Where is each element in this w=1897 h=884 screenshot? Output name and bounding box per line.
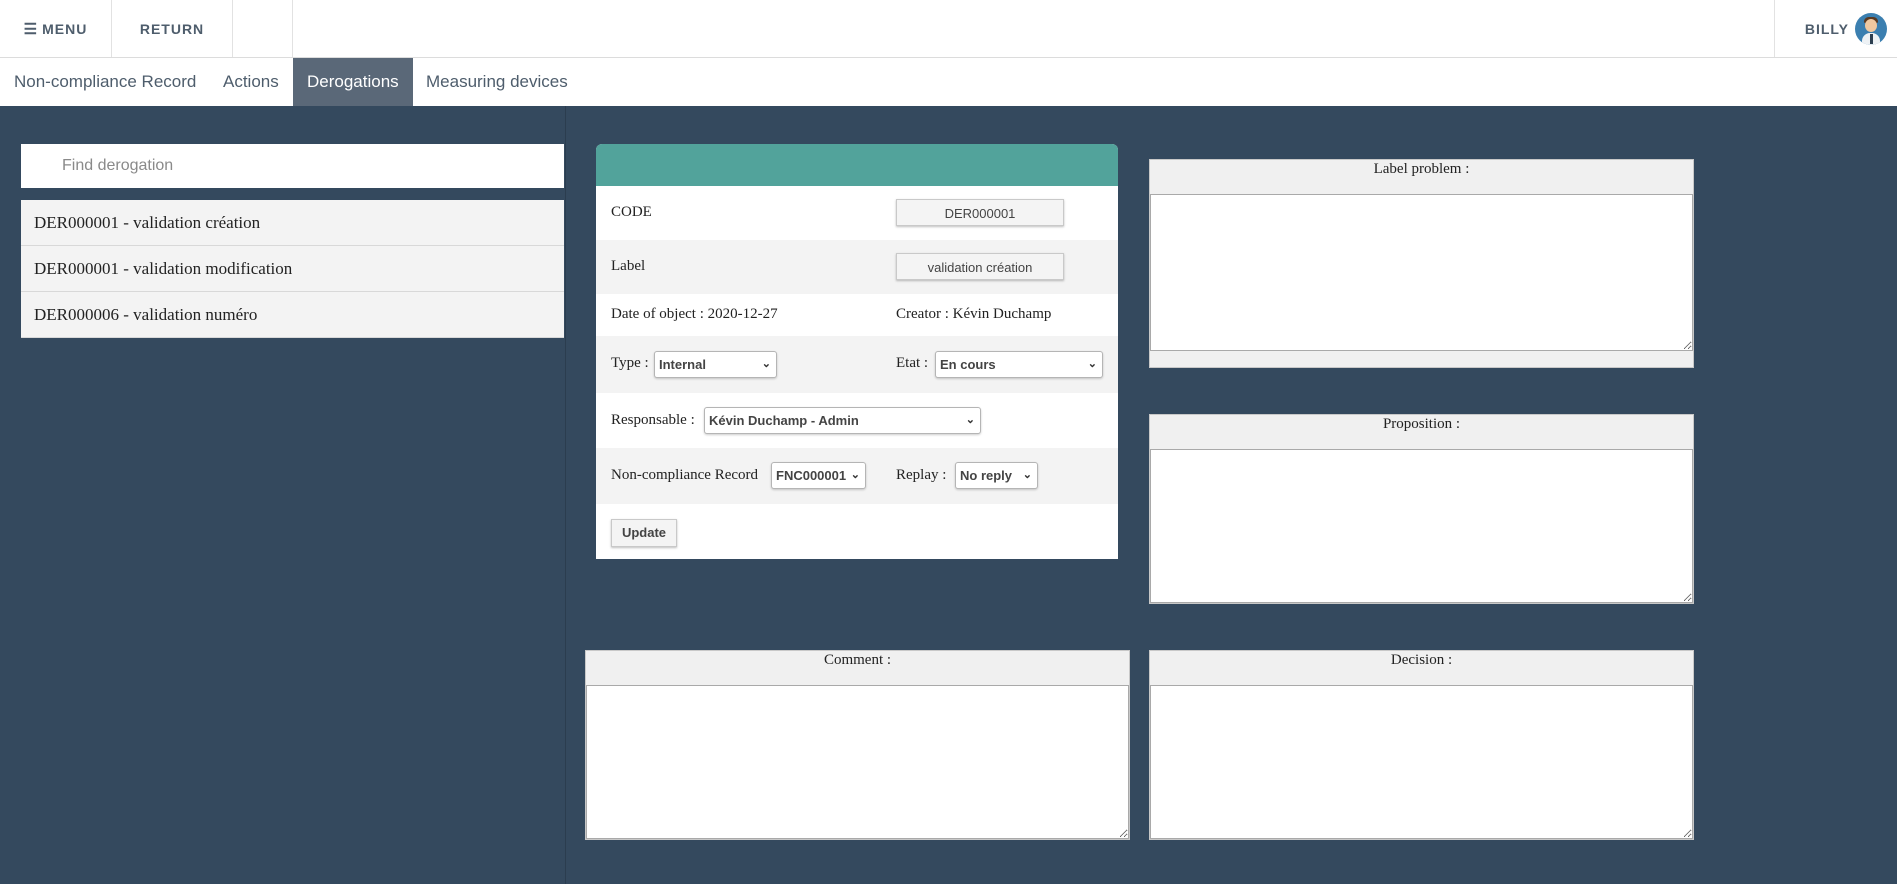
actions-row: Update [596,504,1118,559]
etat-label: Etat : [896,355,929,371]
decision-title: Decision : [1390,652,1453,668]
tab-non-compliance-record[interactable]: Non-compliance Record [0,58,210,106]
label-problem-box: Label problem : [1149,159,1694,368]
return-button[interactable]: RETURN [112,0,233,57]
replay-value: No reply [960,468,1013,483]
replay-label: Replay : [896,467,947,483]
list-item[interactable]: DER000006 - validation numéro [21,292,564,338]
chevron-down-icon: ⌄ [1087,358,1097,370]
menu-button[interactable]: ☰ MENU [0,0,112,57]
menu-label: MENU [42,20,88,37]
list-item[interactable]: DER000001 - validation modification [21,246,564,292]
avatar [1855,12,1887,45]
user-name: BILLY [1804,20,1849,37]
type-select[interactable]: Internal ⌄ [654,351,777,378]
form-header [596,144,1118,186]
comment-textarea[interactable] [586,685,1129,839]
proposition-textarea[interactable] [1150,449,1693,603]
date-of-object: Date of object : 2020-12-27 [611,306,778,322]
label-problem-title: Label problem : [1373,161,1470,177]
code-label: CODE [611,204,652,220]
topbar-spacer [233,0,293,57]
code-row: CODE DER000001 [596,186,1118,240]
top-bar: ☰ MENU RETURN BILLY [0,0,1897,58]
chevron-down-icon: ⌄ [1022,469,1032,481]
decision-textarea[interactable] [1150,685,1693,839]
code-value-button[interactable]: DER000001 [896,199,1064,226]
type-value: Internal [659,357,706,372]
type-label: Type : [611,355,649,371]
type-etat-row: Type : Internal ⌄ Etat : En cours ⌄ [596,336,1118,393]
ncr-label: Non-compliance Record [611,467,759,483]
label-value-button[interactable]: validation création [896,253,1064,280]
chevron-down-icon: ⌄ [965,414,975,426]
chevron-down-icon: ⌄ [761,358,771,370]
replay-select[interactable]: No reply ⌄ [955,462,1038,489]
return-label: RETURN [139,20,205,37]
decision-box: Decision : [1149,650,1694,840]
hamburger-icon: ☰ [23,20,39,38]
etat-select[interactable]: En cours ⌄ [935,351,1103,378]
ncr-value: FNC000001 [776,468,847,483]
responsable-row: Responsable : Kévin Duchamp - Admin ⌄ [596,393,1118,448]
update-button[interactable]: Update [611,519,677,547]
tab-actions[interactable]: Actions [209,58,293,106]
derogation-list: DER000001 - validation création DER00000… [21,200,564,338]
ncr-select[interactable]: FNC000001 ⌄ [771,462,866,489]
responsable-label: Responsable : [611,412,695,428]
derogation-form: CODE DER000001 Label validation création… [596,144,1118,559]
tab-measuring-devices[interactable]: Measuring devices [412,58,582,106]
label-row: Label validation création [596,240,1118,294]
proposition-box: Proposition : [1149,414,1694,604]
tab-bar: Non-compliance Record Actions Derogation… [0,58,1897,106]
column-divider [565,106,566,884]
creator: Creator : Kévin Duchamp [896,306,1052,322]
meta-row: Date of object : 2020-12-27 Creator : Ké… [596,294,1118,336]
comment-title: Comment : [823,652,892,668]
search-input[interactable] [21,144,564,188]
label-label: Label [611,258,646,274]
responsable-select[interactable]: Kévin Duchamp - Admin ⌄ [704,407,981,434]
chevron-down-icon: ⌄ [850,469,860,481]
user-menu[interactable]: BILLY [1774,0,1897,57]
proposition-title: Proposition : [1382,416,1461,432]
ncr-replay-row: Non-compliance Record FNC000001 ⌄ Replay… [596,448,1118,504]
etat-value: En cours [940,357,996,372]
list-item[interactable]: DER000001 - validation création [21,200,564,246]
label-problem-textarea[interactable] [1150,194,1693,351]
tab-derogations[interactable]: Derogations [293,58,413,106]
comment-box: Comment : [585,650,1130,840]
responsable-value: Kévin Duchamp - Admin [709,413,859,428]
